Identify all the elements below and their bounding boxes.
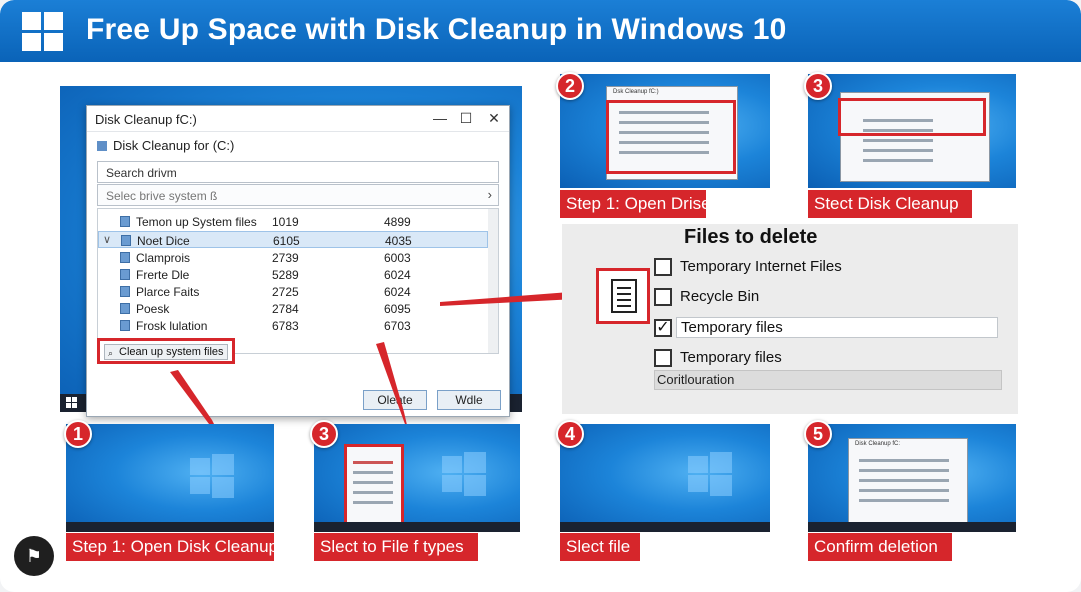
highlight-box [838, 98, 986, 136]
step-caption: Step 1: Open Drise [560, 190, 711, 218]
highlight-box [344, 444, 404, 530]
files-title: Files to delete [684, 226, 818, 248]
step-badge: 3 [804, 72, 832, 100]
step-panel-confirm-deletion: Disk Cleanup fC: [808, 424, 1016, 532]
step-badge: 2 [556, 72, 584, 100]
step-panel-select-disk-cleanup [808, 74, 1016, 188]
checkbox[interactable] [654, 349, 672, 367]
step-badge: 5 [804, 420, 832, 448]
step-badge: 1 [64, 420, 92, 448]
step-badge: 4 [556, 420, 584, 448]
step-caption: Slect to File f types [314, 533, 478, 561]
step-panel-open-disk-cleanup [66, 424, 274, 532]
step-panel-select-file-types [314, 424, 520, 532]
flag-icon[interactable]: ⚑ [14, 536, 54, 576]
step-caption: Confirm deletion [808, 533, 952, 561]
windows-logo-icon [190, 454, 234, 498]
taskbar [808, 522, 1016, 532]
checkbox[interactable] [654, 258, 672, 276]
step-badge: 3 [310, 420, 338, 448]
step-panel-open-drive: Dsk Cleanup fC:) [560, 74, 770, 188]
step-panel-select-file [560, 424, 770, 532]
checkbox[interactable] [654, 288, 672, 306]
document-icon [596, 268, 650, 324]
step-caption: Step 1: Open Disk Cleanup [66, 533, 278, 561]
taskbar [66, 522, 274, 532]
checkbox[interactable]: ✓ [654, 319, 672, 337]
highlight-box [606, 100, 736, 174]
windows-logo-icon [688, 452, 732, 496]
taskbar [560, 522, 770, 532]
infographic-frame: Free Up Space with Disk Cleanup in Windo… [0, 0, 1081, 592]
mini-dialog: Disk Cleanup fC: [848, 438, 968, 524]
windows-logo-icon [442, 452, 486, 496]
step-caption: Stect Disk Cleanup [808, 190, 972, 218]
step-caption: Slect file [560, 533, 640, 561]
taskbar [314, 522, 520, 532]
configuration-bar[interactable]: Coritlouration [654, 370, 1002, 390]
